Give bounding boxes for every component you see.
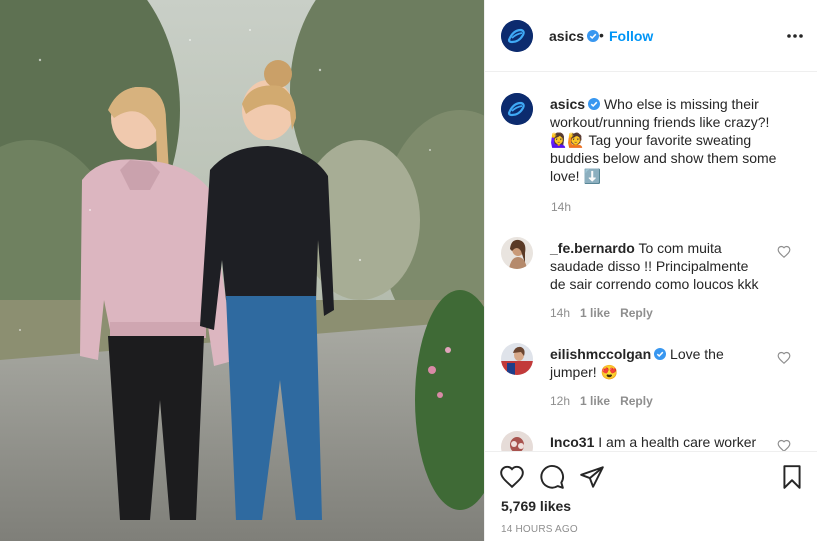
comment-item: _fe.bernardo To com muita saudade disso …	[501, 237, 806, 327]
caption-username[interactable]: asics	[550, 96, 585, 112]
commenter-avatar[interactable]	[501, 237, 533, 269]
bookmark-icon[interactable]	[779, 464, 805, 490]
comment-item: Inco31 I am a health care worker	[501, 431, 806, 451]
comment-text: I am a health care worker	[598, 434, 757, 450]
comments-list[interactable]: asics Who else is missing their workout/…	[485, 73, 817, 451]
comment-bubble-icon[interactable]	[539, 464, 565, 490]
post-header: asics • Follow	[485, 0, 817, 72]
header-separator: •	[599, 27, 604, 43]
reply-button[interactable]: Reply	[620, 394, 653, 408]
author-username[interactable]: asics	[549, 28, 600, 44]
heart-icon[interactable]	[777, 351, 791, 365]
post-photo[interactable]	[0, 0, 484, 541]
comment-like-count[interactable]: 1 like	[580, 394, 610, 408]
comment-username[interactable]: Inco31	[550, 434, 594, 450]
comment-username[interactable]: _fe.bernardo	[550, 240, 635, 256]
follow-button[interactable]: Follow	[609, 28, 653, 44]
comment-like-count[interactable]: 1 like	[580, 306, 610, 320]
commenter-avatar[interactable]	[501, 343, 533, 375]
heart-icon[interactable]	[777, 439, 791, 451]
caption-text-block: asics Who else is missing their workout/…	[550, 95, 786, 185]
post-sidebar: asics • Follow asics Who else is missing…	[484, 0, 817, 541]
comment-timestamp[interactable]: 14h	[550, 306, 570, 320]
heart-icon[interactable]	[499, 464, 525, 490]
verified-badge-icon	[654, 348, 667, 360]
post-timestamp[interactable]: 14 HOURS AGO	[501, 524, 578, 535]
author-username-text: asics	[549, 28, 585, 44]
comment-username[interactable]: eilishmccolgan	[550, 346, 651, 362]
likes-count[interactable]: 5,769 likes	[501, 498, 571, 514]
caption-timestamp[interactable]: 14h	[551, 200, 571, 214]
heart-icon[interactable]	[777, 245, 791, 259]
author-avatar[interactable]	[501, 20, 533, 52]
comment-text-block: Inco31 I am a health care worker	[550, 433, 762, 451]
verified-badge-icon	[588, 98, 601, 110]
comment-meta: 12h 1 like Reply	[550, 394, 663, 408]
verified-badge-icon	[587, 30, 600, 42]
paper-plane-icon[interactable]	[579, 464, 605, 490]
reply-button[interactable]: Reply	[620, 306, 653, 320]
post-actions: 5,769 likes 14 HOURS AGO	[485, 451, 817, 541]
comment-text-block: eilishmccolgan Love the jumper! 😍	[550, 345, 762, 381]
comment-item: eilishmccolgan Love the jumper! 😍 12h 1 l…	[501, 343, 806, 433]
comment-text-block: _fe.bernardo To com muita saudade disso …	[550, 239, 762, 293]
comment-meta: 14h 1 like Reply	[550, 306, 663, 320]
caption-avatar[interactable]	[501, 93, 533, 125]
more-horizontal-icon[interactable]	[785, 26, 805, 46]
commenter-avatar[interactable]	[501, 431, 533, 451]
comment-timestamp[interactable]: 12h	[550, 394, 570, 408]
